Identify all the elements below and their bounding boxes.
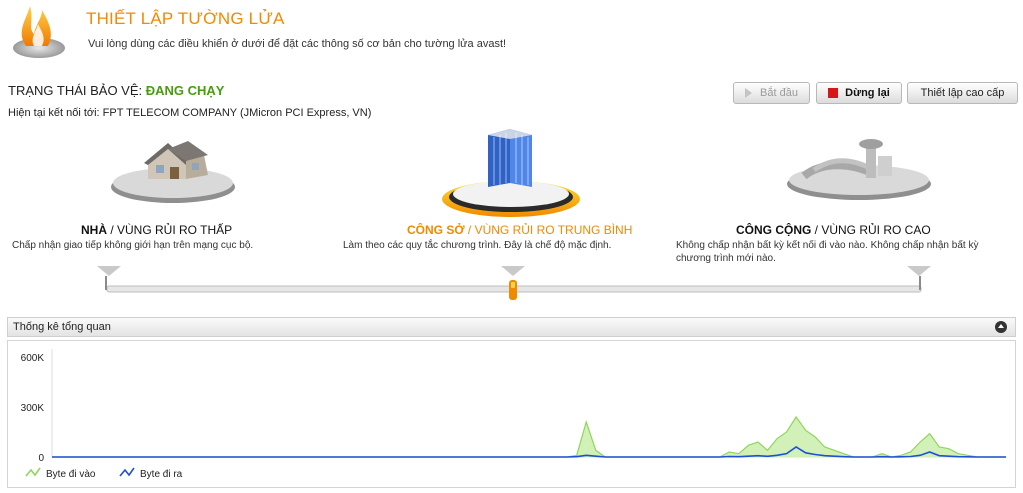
traffic-chart-svg: 0 300K 600K Byte đi vào Byte đi ra bbox=[21, 349, 1006, 480]
start-button-label: Bắt đầu bbox=[760, 87, 798, 99]
zone-public-risk: / VÙNG RỦI RO CAO bbox=[811, 223, 931, 237]
status-value: ĐANG CHẠY bbox=[145, 83, 225, 98]
stop-button-label: Dừng lại bbox=[845, 87, 890, 99]
stats-panel-header: Thống kê tổng quan bbox=[7, 317, 1016, 337]
page-subtitle: Vui lòng dùng các điều khiển ở dưới để đ… bbox=[88, 38, 507, 50]
status-label: TRẠNG THÁI BẢO VỆ: bbox=[8, 83, 146, 98]
series-outgoing-line bbox=[52, 446, 1006, 458]
connection-info: Hiện tại kết nối tới: FPT TELECOM COMPAN… bbox=[8, 107, 372, 119]
zone-home-risk: / VÙNG RỦI RO THẤP bbox=[107, 223, 233, 237]
protection-status: TRẠNG THÁI BẢO VỆ: ĐANG CHẠY bbox=[8, 83, 224, 98]
zone-work-desc: Làm theo các quy tắc chương trình. Đây l… bbox=[343, 240, 612, 251]
slider-stop-public[interactable] bbox=[907, 266, 931, 276]
y-tick-label-0: 0 bbox=[38, 453, 44, 464]
legend-outgoing-icon bbox=[119, 467, 135, 477]
slider-thumb[interactable] bbox=[509, 280, 517, 300]
security-level-slider[interactable] bbox=[95, 262, 935, 304]
traffic-chart: 0 300K 600K Byte đi vào Byte đi ra bbox=[7, 340, 1016, 488]
series-incoming-line bbox=[52, 415, 1006, 458]
y-tick-label-2: 600K bbox=[21, 353, 45, 364]
legend-outgoing-label: Byte đi ra bbox=[140, 469, 183, 480]
zone-home-title[interactable]: NHÀ / VÙNG RỦI RO THẤP bbox=[81, 223, 232, 237]
stop-icon bbox=[828, 88, 839, 98]
zone-work-title[interactable]: CÔNG SỞ / VÙNG RỦI RO TRUNG BÌNH bbox=[407, 223, 632, 237]
zone-public-title[interactable]: CÔNG CỘNG / VÙNG RỦI RO CAO bbox=[736, 223, 931, 237]
home-zone-image[interactable] bbox=[108, 135, 238, 205]
start-button[interactable]: Bắt đầu bbox=[733, 82, 810, 104]
y-tick-label-1: 300K bbox=[21, 403, 45, 414]
collapse-icon[interactable] bbox=[995, 321, 1007, 333]
stop-button[interactable]: Dừng lại bbox=[816, 82, 902, 104]
work-zone-image[interactable] bbox=[440, 125, 582, 220]
legend-incoming-label: Byte đi vào bbox=[46, 469, 96, 480]
public-zone-image[interactable] bbox=[784, 130, 934, 202]
advanced-settings-button[interactable]: Thiết lập cao cấp bbox=[907, 82, 1018, 104]
zone-work-name: CÔNG SỞ bbox=[407, 223, 465, 237]
series-incoming-area bbox=[52, 417, 1006, 457]
zone-work-risk: / VÙNG RỦI RO TRUNG BÌNH bbox=[464, 223, 633, 237]
zone-public-name: CÔNG CỘNG bbox=[736, 223, 812, 237]
slider-stop-home[interactable] bbox=[97, 266, 121, 276]
stats-panel-title: Thống kê tổng quan bbox=[13, 321, 111, 333]
page-title: THIẾT LẬP TƯỜNG LỬA bbox=[86, 9, 285, 28]
legend-incoming-icon bbox=[25, 467, 41, 477]
slider-stop-work[interactable] bbox=[501, 266, 525, 276]
play-icon bbox=[745, 88, 753, 98]
zone-home-name: NHÀ bbox=[81, 223, 107, 237]
zone-home-desc: Chấp nhận giao tiếp không giới hạn trên … bbox=[12, 240, 254, 251]
avast-firewall-logo bbox=[8, 2, 70, 62]
